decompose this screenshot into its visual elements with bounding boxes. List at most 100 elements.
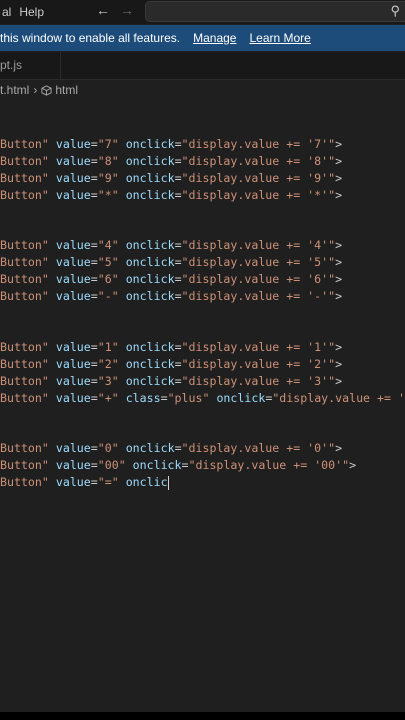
code-punct [119,475,126,489]
code-line[interactable]: Button" value="3" onclick="display.value… [0,373,342,390]
code-string: "7" [97,137,119,151]
code-punct: > [335,356,343,371]
code-string: Button" [0,390,49,405]
code-punct: = [181,458,189,473]
code-attribute: onclick [125,170,175,185]
code-punct: = [90,187,98,202]
code-string: Button" [0,187,49,202]
code-string: "6" [97,272,119,287]
code-punct: = [90,170,98,185]
code-attribute: value [55,170,91,185]
code-line[interactable]: Button" value="5" onclick="display.value… [0,254,342,271]
bottom-edge [0,712,405,720]
code-punct: = [90,137,98,151]
code-string: "display.value += '7'" [181,137,336,151]
code-attribute: onclick [132,458,182,473]
code-punct [119,441,126,455]
editor-tabs: pt.js [0,52,405,80]
code-punct [49,441,56,455]
code-string: "+" [97,390,119,405]
code-line[interactable]: Button" value="2" onclick="display.value… [0,356,342,373]
code-string: "display.value += '3'" [181,373,336,388]
search-icon: ⚲ [390,3,400,18]
code-attribute: onclick [125,272,175,287]
code-attribute: value [55,441,91,456]
code-line[interactable]: Button" value="8" onclick="display.value… [0,153,342,170]
code-punct: = [174,356,182,371]
code-attribute: onclick [125,153,175,168]
code-attribute: onclick [125,339,175,354]
code-punct: = [90,153,98,168]
back-arrow-icon[interactable]: ← [96,2,110,18]
tab-script-js[interactable]: pt.js [0,52,61,79]
code-string: Button" [0,153,49,168]
code-string: "display.value += '9'" [181,170,336,185]
title-bar: al Help ← → ⚲ [0,0,405,24]
manage-link[interactable]: Manage [193,31,236,45]
code-attribute: value [55,475,91,489]
command-center-search[interactable]: ⚲ [145,1,405,22]
code-attribute: onclick [125,373,175,388]
code-string: "5" [97,255,119,270]
code-line[interactable]: Button" value="=" onclic [0,474,169,491]
code-string: "-" [97,289,119,304]
code-punct [49,238,56,252]
code-punct [119,374,126,388]
code-attribute: onclick [125,137,175,151]
code-attribute: value [55,339,91,354]
code-attribute: onclick [125,238,175,253]
code-line[interactable]: Button" value="1" onclick="display.value… [0,339,342,356]
code-attribute: value [55,390,91,405]
code-string: Button" [0,339,49,354]
code-punct: = [160,390,168,405]
code-line[interactable]: Button" value="6" onclick="display.value… [0,271,342,288]
code-line[interactable]: Button" value="0" onclick="display.value… [0,440,342,457]
code-attribute: value [55,153,91,168]
code-line[interactable]: Button" value="7" onclick="display.value… [0,136,342,153]
code-punct: > [335,289,343,304]
code-attribute: onclick [125,356,175,371]
code-attribute: onclic [125,475,168,489]
code-punct [49,458,56,472]
code-punct [49,374,56,388]
learn-more-link[interactable]: Learn More [249,31,310,45]
code-punct: = [90,441,98,456]
element-cube-icon [41,84,52,96]
code-attribute: value [55,187,91,202]
code-editor[interactable]: Button" value="7" onclick="display.value… [0,100,405,712]
code-punct [49,357,56,371]
code-punct: = [174,187,182,202]
code-punct [119,238,126,252]
code-punct [119,171,126,185]
code-line[interactable]: Button" value="-" onclick="display.value… [0,288,342,305]
code-string: Button" [0,475,49,489]
code-string: Button" [0,289,49,304]
code-line[interactable]: Button" value="*" onclick="display.value… [0,187,342,204]
code-punct [49,475,56,489]
code-punct: = [90,289,98,304]
code-line[interactable]: Button" value="00" onclick="display.valu… [0,457,356,474]
breadcrumb-file[interactable]: t.html [0,83,29,97]
code-punct: = [90,272,98,287]
code-attribute: onclick [216,390,266,405]
code-line[interactable]: Button" value="4" onclick="display.value… [0,237,342,254]
code-attribute: onclick [125,289,175,304]
code-punct: > [335,137,343,151]
code-attribute: onclick [125,187,175,202]
menu-item-help[interactable]: Help [15,5,48,19]
code-punct: > [335,153,343,168]
code-string: "=" [97,475,119,489]
breadcrumb-element[interactable]: html [55,83,78,97]
forward-arrow-icon[interactable]: → [120,2,134,18]
code-string: "2" [97,356,119,371]
code-string: "display.value += '+ [272,390,405,405]
code-string: "9" [97,170,119,185]
code-string: Button" [0,373,49,388]
menu-item-edit-partial[interactable]: al [0,5,15,19]
code-line[interactable]: Button" value="9" onclick="display.value… [0,170,342,187]
code-attribute: value [55,255,91,270]
code-string: "display.value += '0'" [181,441,336,456]
code-string: Button" [0,356,49,371]
code-attribute: value [55,272,91,287]
code-line[interactable]: Button" value="+" class="plus" onclick="… [0,390,405,407]
